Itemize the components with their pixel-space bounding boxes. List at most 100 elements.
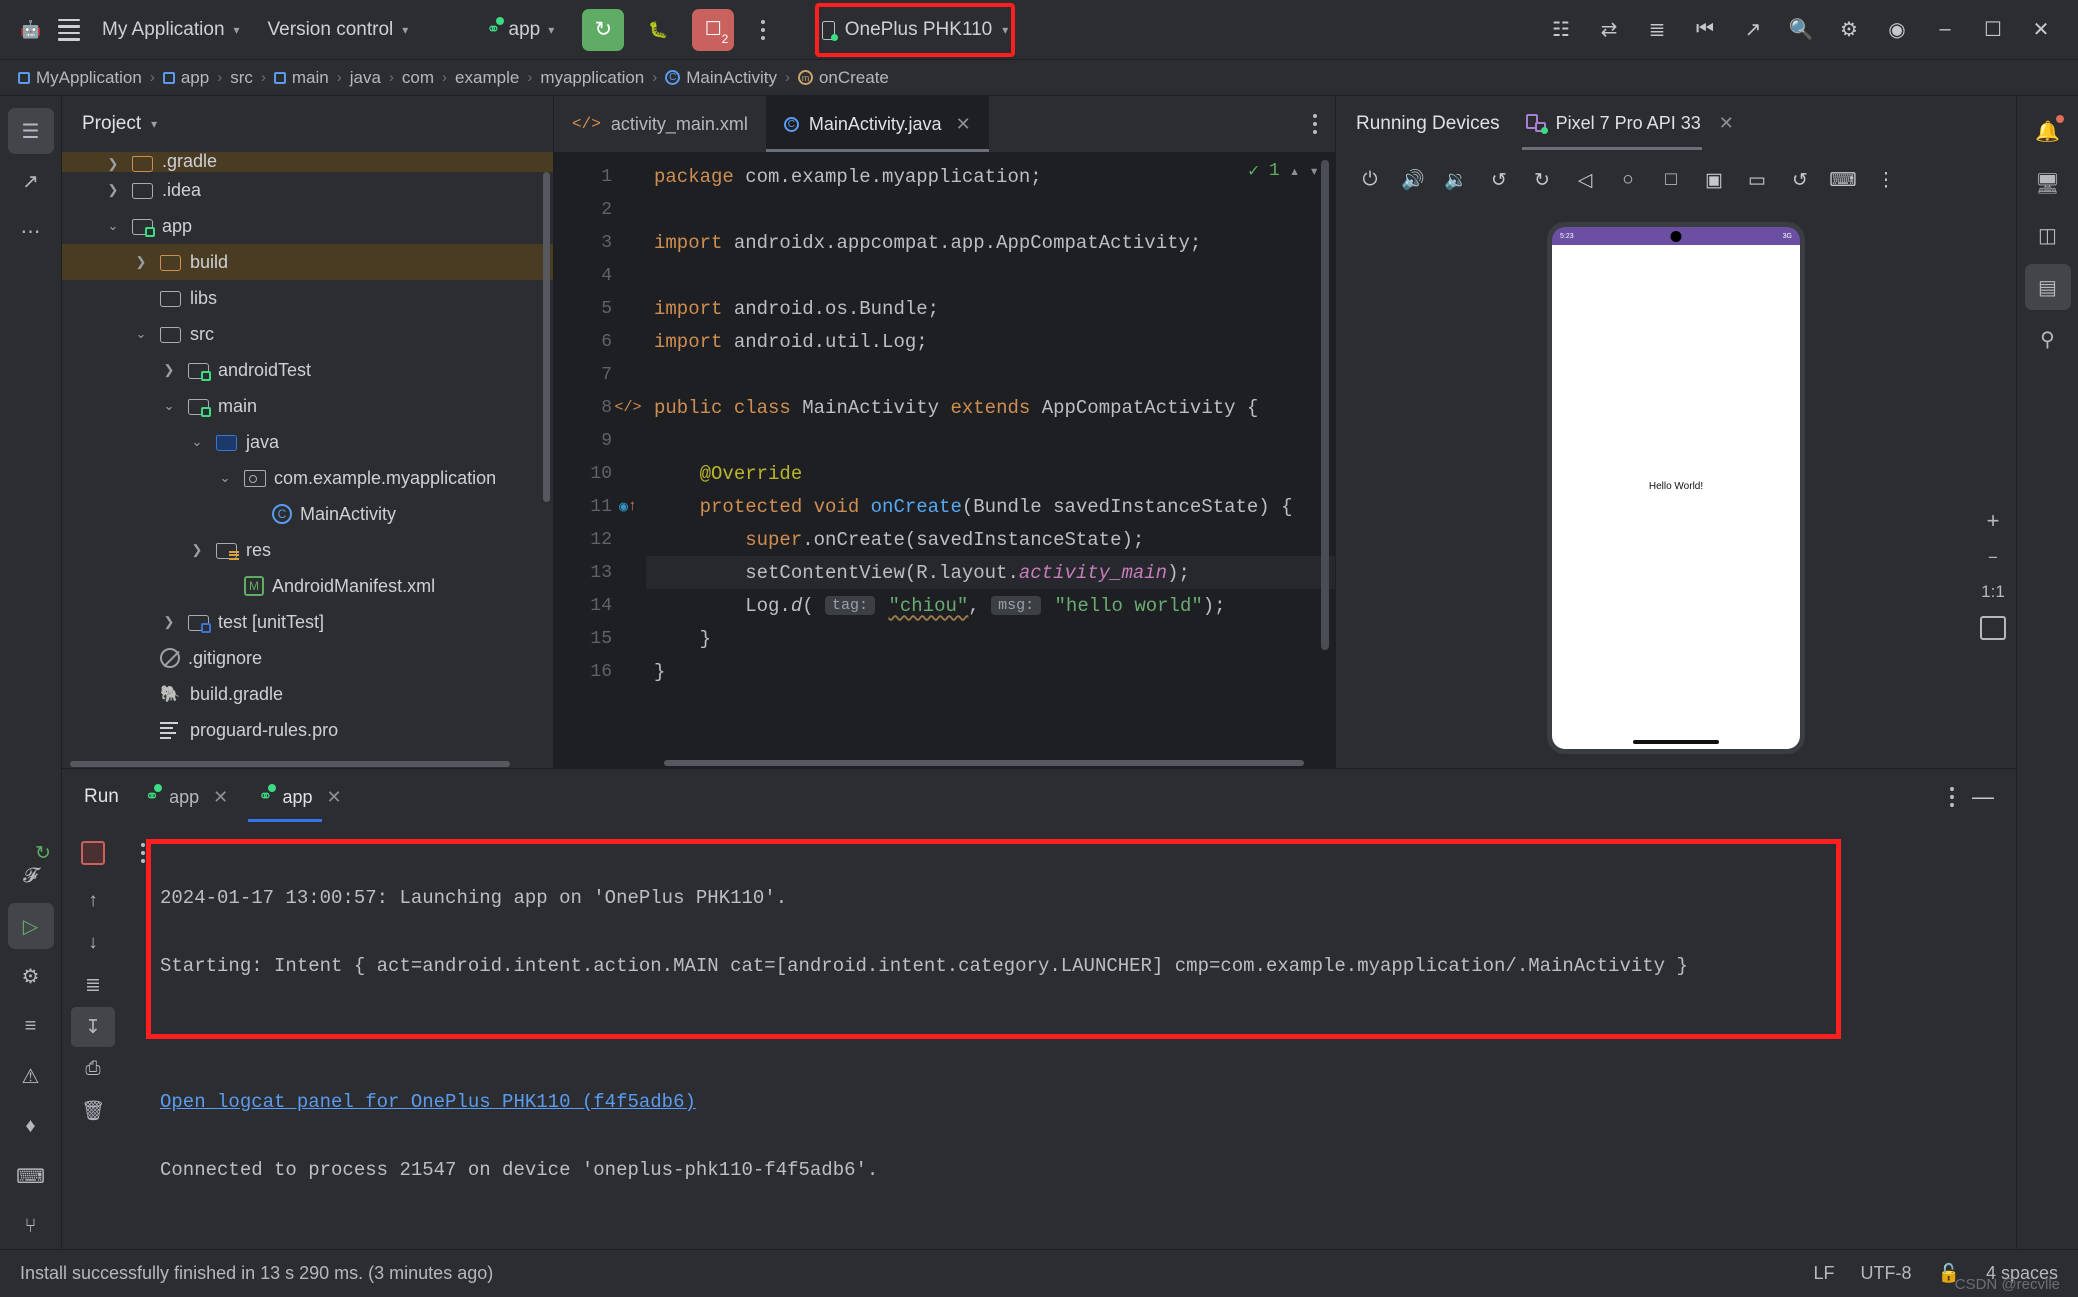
keyboard-icon[interactable]: ⌨ <box>1823 160 1863 200</box>
device-tab-pixel-7-pro[interactable]: Pixel 7 Pro API 33 ✕ <box>1521 113 1734 150</box>
tree-item-app[interactable]: ⌄ app <box>62 208 553 244</box>
search-icon[interactable]: 🔍 <box>1778 10 1824 50</box>
tree-item-build[interactable]: ❯ build <box>62 244 553 280</box>
close-icon[interactable]: ✕ <box>956 114 971 135</box>
record-screen-icon[interactable]: ▭ <box>1737 160 1777 200</box>
profiler-icon[interactable]: ⏮ <box>1682 10 1728 50</box>
tree-item-build-gradle[interactable]: 🐘 build.gradle <box>62 676 553 712</box>
back-icon[interactable]: ◁ <box>1565 160 1605 200</box>
volume-up-icon[interactable]: 🔊 <box>1393 160 1433 200</box>
project-menu[interactable]: My Application ▾ <box>90 13 252 47</box>
minimize-button[interactable]: – <box>1922 10 1968 50</box>
project-structure-icon[interactable]: ☷ <box>1538 10 1584 50</box>
debug-button[interactable]: 🐛 <box>638 10 678 50</box>
device-manager-button[interactable]: ☐ 2 <box>692 8 735 51</box>
tree-item-proguard-rules-pro[interactable]: proguard-rules.pro <box>62 712 553 748</box>
print-icon[interactable]: ⎙ <box>71 1049 115 1089</box>
hamburger-menu-icon[interactable] <box>52 13 86 47</box>
override-marker-icon[interactable]: ◉ ↑ <box>618 497 638 516</box>
chevron-down-icon[interactable]: ⌄ <box>186 434 208 450</box>
chevron-down-icon[interactable]: ⌄ <box>158 398 180 414</box>
run-tab-app-2[interactable]: ⚭ app ✕ <box>248 784 345 822</box>
chevron-down-icon[interactable]: ⌄ <box>214 470 236 486</box>
project-horizontal-scrollbar[interactable] <box>62 759 553 768</box>
version-control-menu[interactable]: Version control ▾ <box>256 13 421 47</box>
chevron-right-icon[interactable]: ❯ <box>130 254 152 270</box>
tree-item-main[interactable]: ⌄ main <box>62 388 553 424</box>
app-inspection-icon[interactable]: ♦ <box>8 1103 54 1149</box>
app-quality-icon[interactable]: ↗ <box>1730 10 1776 50</box>
close-button[interactable]: ✕ <box>2018 10 2064 50</box>
chevron-down-icon[interactable]: ⌄ <box>102 218 124 234</box>
editor-options-icon[interactable] <box>1295 96 1335 152</box>
chevron-right-icon[interactable]: ❯ <box>186 542 208 558</box>
account-icon[interactable]: ◉ <box>1874 10 1920 50</box>
breadcrumb-item-example[interactable]: example <box>449 67 525 89</box>
tree-item-java[interactable]: ⌄ java <box>62 424 553 460</box>
build-tool-icon[interactable]: ⚙ <box>8 953 54 999</box>
run-button[interactable]: ↻ <box>582 8 625 51</box>
scroll-to-end-icon[interactable]: ↧ <box>71 1007 115 1047</box>
git-tool-icon[interactable]: ⑂ <box>8 1203 54 1249</box>
file-encoding[interactable]: UTF-8 <box>1861 1263 1912 1284</box>
back-navigation-icon[interactable]: ↺ <box>1780 160 1820 200</box>
tree-item--idea[interactable]: ❯ .idea <box>62 172 553 208</box>
soft-wrap-icon[interactable]: ≣ <box>71 965 115 1005</box>
power-icon[interactable]: ⏻ <box>1350 160 1390 200</box>
terminal-tool-icon[interactable]: ⌨ <box>8 1153 54 1199</box>
chevron-right-icon[interactable]: ❯ <box>158 614 180 630</box>
run-tool-icon[interactable]: ▷ <box>7 903 54 949</box>
breadcrumb-item-myapplication[interactable]: MyApplication <box>12 67 148 89</box>
chevron-right-icon[interactable]: ❯ <box>158 362 180 378</box>
project-tool-icon[interactable]: ☰ <box>7 108 54 154</box>
run-tab-app-1[interactable]: ⚭ app ✕ <box>141 784 232 808</box>
emulator-screen[interactable]: 5:23 3G Hello World! <box>1547 222 1805 754</box>
close-icon[interactable]: ✕ <box>1719 113 1734 134</box>
volume-down-icon[interactable]: 🔉 <box>1436 160 1476 200</box>
problems-tool-icon[interactable]: ⚠ <box>8 1053 54 1099</box>
editor-vertical-scrollbar[interactable] <box>1321 160 1329 650</box>
editor-tab-activity-main-xml[interactable]: </> activity_main.xml <box>554 96 766 152</box>
logcat-tool-icon[interactable]: ≡ <box>8 1003 54 1049</box>
editor-horizontal-scrollbar[interactable] <box>554 758 1335 768</box>
close-icon[interactable]: ✕ <box>327 787 342 808</box>
breadcrumb-item-java[interactable]: java <box>344 67 387 89</box>
project-vertical-scrollbar[interactable] <box>543 172 550 502</box>
tree-item-androidtest[interactable]: ❯ androidTest <box>62 352 553 388</box>
scroll-up-icon[interactable]: ↑ <box>71 881 115 921</box>
tree-item-src[interactable]: ⌄ src <box>62 316 553 352</box>
more-options-icon[interactable]: ⋮ <box>1866 160 1906 200</box>
stop-icon[interactable] <box>71 833 115 873</box>
tree-item-res[interactable]: ❯ res <box>62 532 553 568</box>
more-actions-icon[interactable] <box>748 19 778 40</box>
logcat-link[interactable]: Open logcat panel for OnePlus PHK110 (f4… <box>160 1091 696 1113</box>
breadcrumb-item-main[interactable]: main <box>268 67 335 89</box>
device-selector[interactable]: OnePlus PHK110 ▾ <box>812 15 1019 45</box>
breadcrumb-item-src[interactable]: src <box>224 67 259 89</box>
screenshot-icon[interactable]: ▣ <box>1694 160 1734 200</box>
breadcrumb-item-com[interactable]: com <box>396 67 440 89</box>
code-lines[interactable]: package com.example.myapplication; impor… <box>646 152 1335 758</box>
settings-icon[interactable]: ⚙ <box>1826 10 1872 50</box>
line-separator[interactable]: LF <box>1814 1263 1835 1284</box>
commit-tool-icon[interactable]: ↗ <box>8 158 54 204</box>
tree-item-mainactivity[interactable]: C MainActivity <box>62 496 553 532</box>
breadcrumb-item-oncreate[interactable]: m onCreate <box>792 67 895 89</box>
hide-panel-icon[interactable]: — <box>1972 784 1994 810</box>
tree-item-libs[interactable]: libs <box>62 280 553 316</box>
rotate-left-icon[interactable]: ↺ <box>1479 160 1519 200</box>
zoom-fit-icon[interactable] <box>1980 616 2006 640</box>
scroll-down-icon[interactable]: ↓ <box>71 923 115 963</box>
more-tool-windows-icon[interactable]: ⋯ <box>8 208 54 254</box>
zoom-in-icon[interactable]: + <box>1987 508 2000 534</box>
running-devices-icon[interactable]: ▤ <box>2024 264 2071 310</box>
close-icon[interactable]: ✕ <box>213 787 228 808</box>
zoom-actual-icon[interactable]: 1:1 <box>1981 582 2005 602</box>
breadcrumb-item-mainactivity[interactable]: C MainActivity <box>659 67 783 89</box>
editor-tab-mainactivity-java[interactable]: C MainActivity.java ✕ <box>765 96 989 152</box>
tree-item-com-example-myapplication[interactable]: ⌄ com.example.myapplication <box>62 460 553 496</box>
chevron-down-icon[interactable]: ▾ <box>1309 161 1319 181</box>
run-panel-options-icon[interactable] <box>1950 787 1954 807</box>
device-explorer-icon[interactable]: ⚲ <box>2025 316 2071 362</box>
notifications-icon[interactable]: 🔔 <box>2025 108 2071 154</box>
